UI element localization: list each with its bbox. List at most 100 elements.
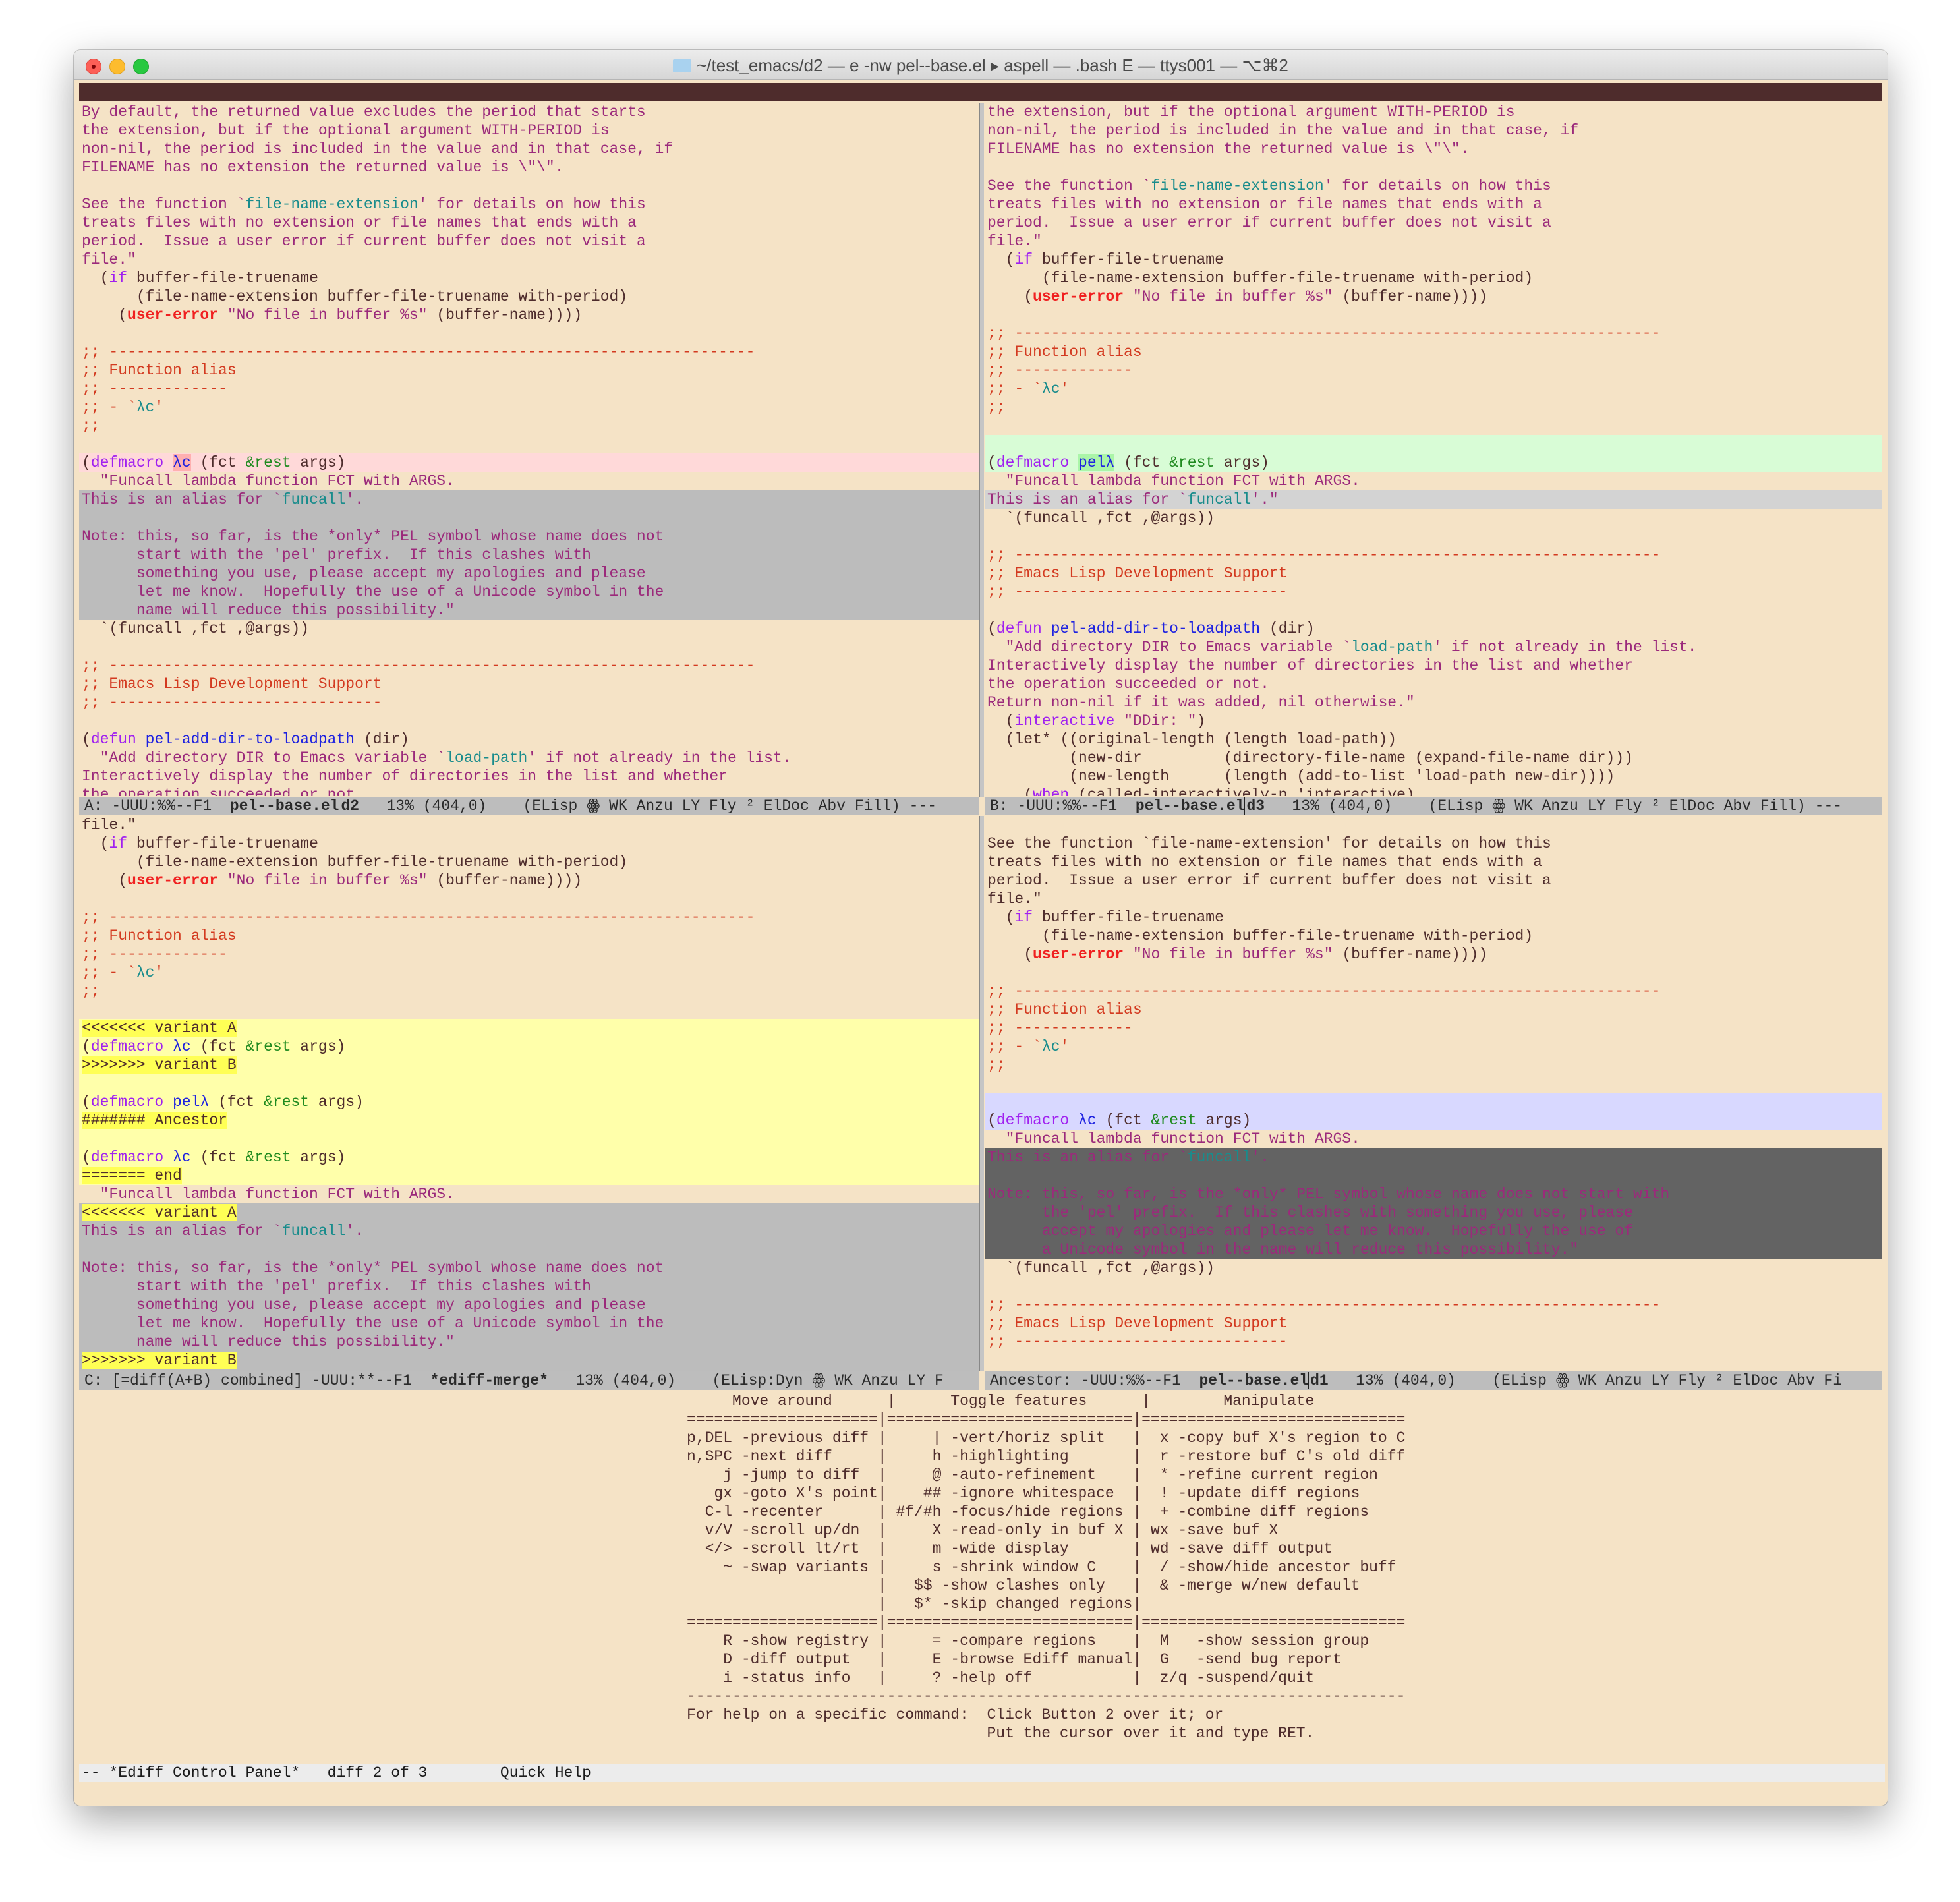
help-line[interactable]: =====================|==================… (687, 1613, 1405, 1632)
code-line: (defmacro λc (fct &rest args) (79, 453, 979, 472)
help-line[interactable]: ~ -swap variants | s -shrink window C | … (687, 1558, 1405, 1576)
code-line: the operation succeeded or not. (82, 786, 364, 796)
code-line: ;; -------------------------------------… (987, 1296, 1661, 1313)
help-line[interactable]: v/V -scroll up/dn | X -read-only in buf … (687, 1521, 1405, 1540)
code-line: start with the 'pel' prefix. If this cla… (79, 546, 979, 564)
code-line: ;; ------------------------------ (987, 583, 1288, 600)
code-line: treats files with no extension or file n… (987, 196, 1542, 213)
help-line[interactable]: </> -scroll lt/rt | m -wide display | wd… (687, 1540, 1405, 1558)
code-line: This is an alias for `funcall'. (985, 1148, 1882, 1167)
code-line: non-nil, the period is included in the v… (987, 122, 1579, 139)
help-line[interactable]: gx -goto X's point| ## -ignore whitespac… (687, 1484, 1405, 1503)
help-line[interactable]: Move around | Toggle features | Manipula… (687, 1392, 1405, 1410)
code-line: ;; ------------- (987, 362, 1133, 379)
code-line (985, 435, 1882, 453)
code-line: period. Issue a user error if current bu… (82, 233, 646, 250)
code-line: ;; Function alias (987, 343, 1142, 360)
code-line: (user-error "No file in buffer %s" (buff… (82, 872, 583, 889)
code-line (79, 1130, 979, 1148)
ediff-control-panel-modeline: -- *Ediff Control Panel* diff 2 of 3 Qui… (79, 1764, 1885, 1782)
modeline-info: 13% (404,0) (ELisp ꙮ WK Anzu LY Fly ² El… (1328, 1372, 1843, 1389)
help-line[interactable]: C-l -recenter | #f/#h -focus/hide region… (687, 1503, 1405, 1521)
code-line: ;; ------------- (82, 380, 227, 397)
code-line: Note: this, so far, is the *only* PEL sy… (985, 1185, 1882, 1203)
code-line: `(funcall ,fct ,@args)) (987, 1259, 1215, 1277)
code-line: (new-length (length (add-to-list 'load-p… (987, 768, 1615, 785)
help-line[interactable]: n,SPC -next diff | h -highlighting | r -… (687, 1447, 1405, 1466)
help-line[interactable]: For help on a specific command: Click Bu… (687, 1706, 1405, 1724)
help-line[interactable]: i -status info | ? -help off | z/q -susp… (687, 1669, 1405, 1687)
modeline-status: C: [=diff(A+B) combined] -UUU:**--F1 (84, 1372, 430, 1389)
code-line: ;; ------------------------------ (82, 694, 382, 711)
ediff-quick-help[interactable]: Move around | Toggle features | Manipula… (687, 1392, 1405, 1743)
code-line: Note: this, so far, is the *only* PEL sy… (79, 527, 979, 546)
code-line: (new-dir (directory-file-name (expand-fi… (987, 749, 1633, 766)
code-line: something you use, please accept my apol… (79, 1296, 979, 1314)
code-line: "Funcall lambda function FCT with ARGS. (987, 1130, 1360, 1147)
code-line: This is an alias for `funcall'." (79, 1369, 979, 1371)
code-line: treats files with no extension or file n… (987, 853, 1542, 871)
modeline-buffer-c[interactable]: C: [=diff(A+B) combined] -UUU:**--F1 *ed… (79, 1371, 979, 1390)
buffer-a-pane[interactable]: By default, the returned value excludes … (79, 103, 979, 796)
code-line: the extension, but if the optional argum… (82, 122, 610, 139)
window-divider[interactable] (979, 816, 984, 1371)
code-line: ####### Ancestor (79, 1111, 979, 1130)
code-line: (defun pel-add-dir-to-loadpath (dir) (82, 731, 409, 748)
code-line: ;; ------------------------------ (987, 1333, 1288, 1350)
code-line: This is an alias for `funcall'." (985, 490, 1882, 509)
code-line: (when (called-interactively-p 'interacti… (987, 786, 1415, 796)
code-line: (defmacro pelλ (fct &rest args) (79, 1093, 979, 1111)
code-line: "Add directory DIR to Emacs variable `lo… (987, 639, 1697, 656)
help-line[interactable]: D -diff output | E -browse Ediff manual|… (687, 1650, 1405, 1669)
modeline-dir: d2 (339, 797, 360, 815)
help-line[interactable]: j -jump to diff | @ -auto-refinement | *… (687, 1466, 1405, 1484)
code-line: <<<<<<< variant A (79, 1203, 979, 1222)
help-line[interactable]: | $* -skip changed regions| (687, 1595, 1405, 1613)
emacs-menubar: File Edit Options Buffers Tools Help (79, 83, 1882, 118)
modeline-ancestor[interactable]: Ancestor: -UUU:%%--F1 pel--base.el d1 13%… (985, 1371, 1882, 1390)
help-line[interactable]: =====================|==================… (687, 1410, 1405, 1429)
help-line[interactable]: ----------------------------------------… (687, 1687, 1405, 1706)
code-line: ;; ------------- (987, 1020, 1133, 1037)
help-line[interactable]: p,DEL -previous diff | | -vert/horiz spl… (687, 1429, 1405, 1447)
code-line: (interactive "DDir: ") (987, 712, 1206, 730)
buffer-b-pane[interactable]: the extension, but if the optional argum… (985, 103, 1882, 796)
code-line: something you use, please accept my apol… (79, 564, 979, 583)
code-line: treats files with no extension or file n… (82, 214, 637, 231)
ancestor-pane[interactable]: See the function `file-name-extension' f… (985, 816, 1882, 1371)
help-line[interactable]: Put the cursor over it and type RET. (687, 1724, 1405, 1743)
help-line[interactable]: | $$ -show clashes only | & -merge w/new… (687, 1576, 1405, 1595)
code-line: This is an alias for `funcall'. (79, 490, 979, 509)
modeline-status: A: -UUU:%%--F1 (84, 797, 230, 815)
code-line: file." (987, 890, 1042, 908)
help-line[interactable]: R -show registry | = -compare regions | … (687, 1632, 1405, 1650)
code-line: (defmacro pelλ (fct &rest args) (985, 453, 1882, 472)
code-line: ;; -------------------------------------… (987, 983, 1661, 1000)
code-line: file." (987, 233, 1042, 250)
code-line: ;; - `λc' (987, 1038, 1070, 1055)
modeline-buffer-name: *ediff-merge* (430, 1372, 548, 1389)
modeline-buffer-a[interactable]: A: -UUU:%%--F1 pel--base.el d2 13% (404,0… (79, 797, 979, 815)
code-line: ;; -------------------------------------… (987, 546, 1661, 563)
modeline-buffer-b[interactable]: B: -UUU:%%--F1 pel--base.el d3 13% (404,0… (985, 797, 1882, 815)
code-line: See the function `file-name-extension' f… (987, 835, 1551, 852)
code-line: file." (82, 251, 136, 268)
code-line: ;; -------------------------------------… (82, 657, 755, 674)
modeline-info: 13% (404,0) (ELisp:Dyn ꙮ WK Anzu LY F (548, 1372, 944, 1389)
code-line: period. Issue a user error if current bu… (987, 872, 1551, 889)
code-line: (if buffer-file-truename (987, 251, 1224, 268)
code-line: ;; -------------------------------------… (987, 325, 1661, 342)
code-line: "Funcall lambda function FCT with ARGS. (82, 1186, 455, 1203)
code-line: By default, the returned value excludes … (82, 103, 646, 121)
buffer-c-merge-pane[interactable]: file." (if buffer-file-truename (file-na… (79, 816, 979, 1371)
code-line (985, 1093, 1882, 1111)
window-divider[interactable] (979, 103, 984, 797)
